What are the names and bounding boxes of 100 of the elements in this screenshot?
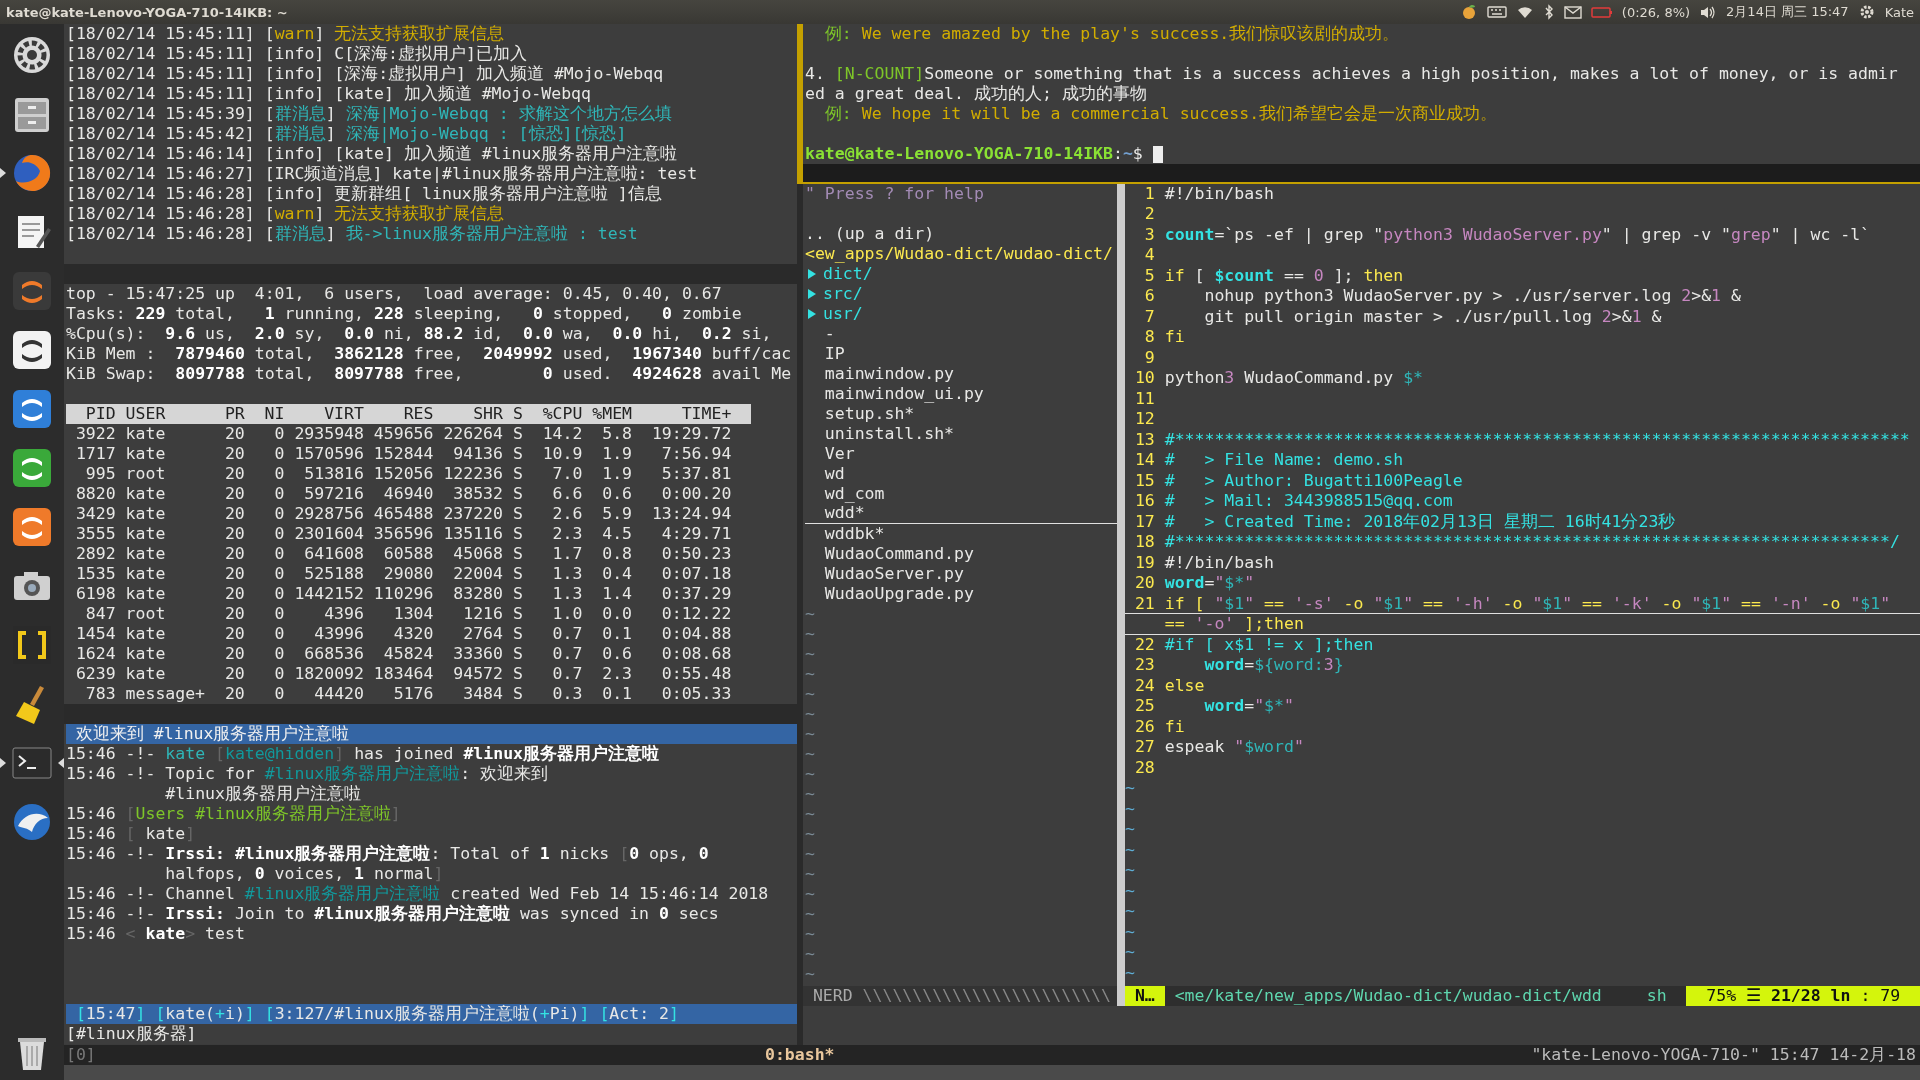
tree-item[interactable]: mainwindow_ui.py [805,383,984,404]
output-line: 例: We were amazed by the play's success.我们惊叹该剧的成功。 [823,24,1400,43]
table-cell-text: 2764 [462,624,503,644]
tree-item[interactable]: WudaoUpgrade.py [805,583,974,604]
table-cell-text: 3922 [74,424,116,444]
tree-item[interactable]: setup.sh* [805,403,915,424]
empty-line-marker: ~ [805,783,815,803]
line-number: 20 [1133,573,1155,594]
tree-item[interactable]: usr/ [822,303,863,324]
table-cell-text: kate [125,524,167,544]
table-cell-text: 6239 [74,664,116,684]
tree-item[interactable]: mainwindow.py [805,363,954,384]
table-cell: S [512,584,523,604]
tree-item[interactable]: uninstall.sh* [805,423,954,444]
table-cell: S [512,464,523,484]
tree-item[interactable]: WudaoServer.py [805,563,964,584]
app-tile-icon[interactable] [10,269,54,313]
table-cell-text: 7.0 [551,464,583,484]
app-tile-icon[interactable] [10,328,54,372]
tree-item[interactable]: IP [805,343,845,364]
empty-line-marker: ~ [805,683,815,703]
mail-icon[interactable] [1563,3,1582,21]
tree-item[interactable]: wddbk* [805,523,885,544]
table-cell-text: 45068 [452,544,503,564]
user-name[interactable]: Kate [1884,4,1914,20]
chat-line: 15:46 -!- Channel #linux服务器用户注意啦 created Wed Feb 14 15:46:14 2018 [66,884,770,904]
expand-arrow-icon[interactable] [807,267,817,280]
clock[interactable]: 2月14日 周三 15:47 [1726,3,1849,21]
table-cell-text: 1.3 [551,564,583,584]
table-cell-text: 0.0 [601,604,633,624]
table-cell-text: 33360 [452,644,503,664]
empty-line-marker: ~ [805,703,815,723]
table-cell: S [512,524,523,544]
table-cell-text: 44420 [313,684,364,704]
code-line: #!/bin/bash [1164,552,1274,574]
tree-root[interactable]: <ew_apps/Wudao-dict/wudao-dict/ [805,243,1113,263]
output-line: ed a great deal. 成功的人; 成功的事物 [805,84,1147,103]
tree-item[interactable]: src/ [822,283,863,304]
table-cell: S [512,484,523,504]
window-tab[interactable]: 0:bash* [765,1045,835,1065]
empty-line-marker: ~ [1125,798,1135,820]
code-line: fi [1164,327,1185,348]
tree-item[interactable]: wdd* [805,503,865,524]
empty-line-marker: ~ [1125,839,1135,861]
table-cell-text: 4.5 [601,524,633,544]
bluetooth-icon[interactable] [1542,3,1555,21]
tree-item[interactable]: wd [805,463,845,484]
table-cell-text: 1.9 [601,444,633,464]
table-cell-text: 0 [273,464,285,484]
parent-dir-link[interactable]: .. (up a dir) [805,223,935,243]
log-line: [18/02/14 15:46:28] [info] 更新群组[ linux服务器用户注意啦 ]信息 [66,184,663,204]
column-header: PID [84,404,116,424]
app-tile-icon[interactable] [10,446,54,490]
line-number: 16 [1133,491,1155,512]
tree-item[interactable]: Ver [805,443,855,464]
input-prompt[interactable]: [#linux服务器] [66,1024,797,1044]
line-number: 3 [1143,224,1155,246]
log-line: [18/02/14 15:45:11] [warn] 无法支持获取扩展信息 [66,24,506,44]
tree-item[interactable]: WudaoCommand.py [805,543,974,564]
line-number: 12 [1133,409,1155,430]
expand-arrow-icon[interactable] [807,307,817,320]
shell-prompt: kate@kate-Lenovo-YOGA-710-14IKB:~$ [805,144,1143,163]
table-cell-text: 8820 [74,484,116,504]
table-cell-text: 29080 [382,564,434,584]
empty-line-marker: ~ [1125,962,1135,984]
table-cell-text: 0 [273,424,285,444]
tree-item[interactable]: - [805,323,835,344]
table-cell-text: 20 [223,544,245,564]
empty-line-marker: ~ [1125,778,1135,799]
expand-arrow-icon[interactable] [807,287,817,300]
table-cell-text: 20 [223,664,245,684]
tree-item[interactable]: wd_com [805,483,885,504]
battery-status[interactable]: (0:26, 8%) [1621,4,1691,20]
table-cell-text: 20 [223,684,245,704]
table-cell-text: kate [125,424,167,444]
table-cell-text: 0:50.23 [660,544,732,564]
code-line: if [ $count == 0 ]; then [1164,265,1404,287]
empty-line-marker: ~ [805,863,815,883]
table-cell: S [512,624,523,644]
table-cell: 2935948 [294,424,364,444]
app-tile-icon[interactable] [10,505,54,549]
table-cell-text: 5176 [392,684,434,704]
line-number: 1 [1143,183,1155,205]
code-line: word="$*" [1164,573,1255,594]
table-cell-text: 45824 [382,644,434,664]
summary-line: top - 15:47:25 up 4:01, 6 users, load average: 0.45, 0.40, 0.67 [66,284,723,304]
empty-line-marker: ~ [1125,942,1135,963]
table-cell: S [512,504,523,524]
host-clock: "kate-Lenovo-YOGA-710-" 15:47 14-2月-18 [1531,1045,1917,1065]
empty-line-marker: ~ [1125,921,1135,943]
keyboard-icon[interactable] [1486,3,1507,21]
app-tile-icon[interactable] [10,387,54,431]
status-bar: [15:47] [kate(+i)] [3:127/#linux服务器用户注意啦(+Pi)] [Act: 2] [66,1004,797,1024]
tree-item[interactable]: dict/ [822,263,873,284]
table-cell-text: 1.9 [601,464,633,484]
line-number: 9 [1143,347,1155,369]
line-number: 17 [1133,511,1155,533]
file-path: <me/kate/new_apps/Wudao-dict/wudao-dict/wdd [1173,985,1603,1006]
column-header: VIRT [323,404,364,424]
code-line: #************************************************************************** [1164,429,1910,451]
